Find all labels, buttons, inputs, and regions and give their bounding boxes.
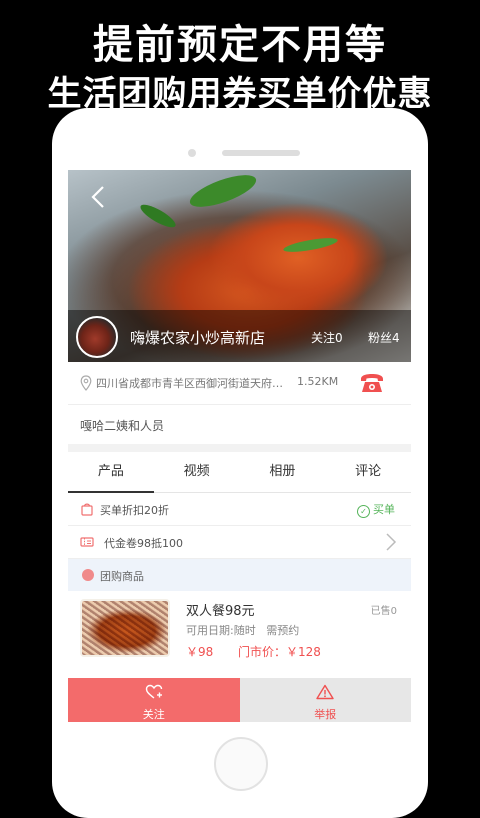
address-row[interactable]: 四川省成都市青羊区西御河街道天府… 1.52KM — [68, 362, 411, 405]
report-label: 举报 — [314, 708, 337, 721]
address-text: 四川省成都市青羊区西御河街道天府… — [96, 377, 283, 390]
shop-name: 嗨爆农家小炒高新店 — [130, 329, 266, 347]
shop-description-row: 嘎哈二姨和人员 — [68, 404, 411, 452]
report-button[interactable]: 举报 — [239, 678, 411, 722]
follow-count: 关注0 — [311, 331, 343, 345]
deal-date-text: 可用日期:随时 — [186, 624, 256, 637]
check-icon: ✓ — [357, 505, 370, 518]
voucher-label: 代金卷98抵100 — [104, 537, 183, 550]
group-dot-icon — [82, 569, 94, 581]
app-screen: 嗨爆农家小炒高新店 关注0 粉丝4 四川省成都市青羊区西御河街道天府… 1.52… — [68, 170, 411, 722]
deal-reserve-text: 需预约 — [266, 624, 300, 637]
tab-videos[interactable]: 视频 — [154, 452, 240, 492]
herb-garnish — [186, 170, 260, 214]
group-buy-title: 团购商品 — [100, 570, 144, 583]
ticket-icon — [80, 537, 94, 547]
pay-bill-label: 买单 — [373, 503, 395, 516]
shopping-bag-icon — [81, 503, 93, 516]
phone-speaker — [222, 150, 300, 156]
chevron-right-icon[interactable] — [385, 532, 397, 557]
discount-row[interactable]: 买单折扣20折 ✓ 买单 — [68, 493, 411, 526]
fans-count: 粉丝4 — [368, 331, 400, 345]
shop-avatar — [76, 316, 118, 358]
follow-button[interactable]: 关注 — [68, 678, 240, 722]
voucher-row[interactable]: 代金卷98抵100 — [68, 526, 411, 559]
deal-title: 双人餐98元 — [186, 604, 255, 619]
tab-reviews[interactable]: 评论 — [325, 452, 411, 492]
deal-image — [80, 599, 170, 657]
shop-description: 嘎哈二姨和人员 — [80, 419, 165, 433]
deal-valid-date: 可用日期:随时 需预约 — [186, 622, 299, 638]
discount-label: 买单折扣20折 — [100, 504, 169, 517]
group-buy-header: 团购商品 — [68, 559, 411, 591]
tab-album[interactable]: 相册 — [240, 452, 326, 492]
deal-price: ￥98 — [186, 645, 214, 659]
warning-icon — [316, 684, 334, 700]
deal-sold-count: 已售0 — [370, 606, 397, 617]
promo-headline: 提前预定不用等 — [93, 22, 387, 68]
herb-garnish — [282, 235, 339, 255]
herb-garnish — [137, 200, 179, 232]
follow-label: 关注 — [142, 708, 165, 721]
back-arrow-icon[interactable] — [84, 182, 114, 212]
tab-products[interactable]: 产品 — [68, 452, 154, 493]
phone-camera — [188, 149, 196, 157]
pay-bill-button[interactable]: ✓ 买单 — [357, 501, 395, 518]
location-pin-icon — [80, 375, 92, 391]
deal-store-price: 门市价：￥128 — [238, 645, 321, 659]
phone-home-button — [214, 737, 268, 791]
content-tabs: 产品 视频 相册 评论 — [68, 452, 411, 493]
deal-item[interactable]: 双人餐98元 已售0 可用日期:随时 需预约 ￥98 门市价：￥128 — [68, 591, 411, 667]
distance-label: 1.52KM — [297, 375, 339, 388]
bottom-action-bar: 关注 举报 — [68, 678, 411, 722]
heart-plus-icon — [145, 684, 162, 699]
telephone-icon[interactable] — [359, 372, 385, 394]
